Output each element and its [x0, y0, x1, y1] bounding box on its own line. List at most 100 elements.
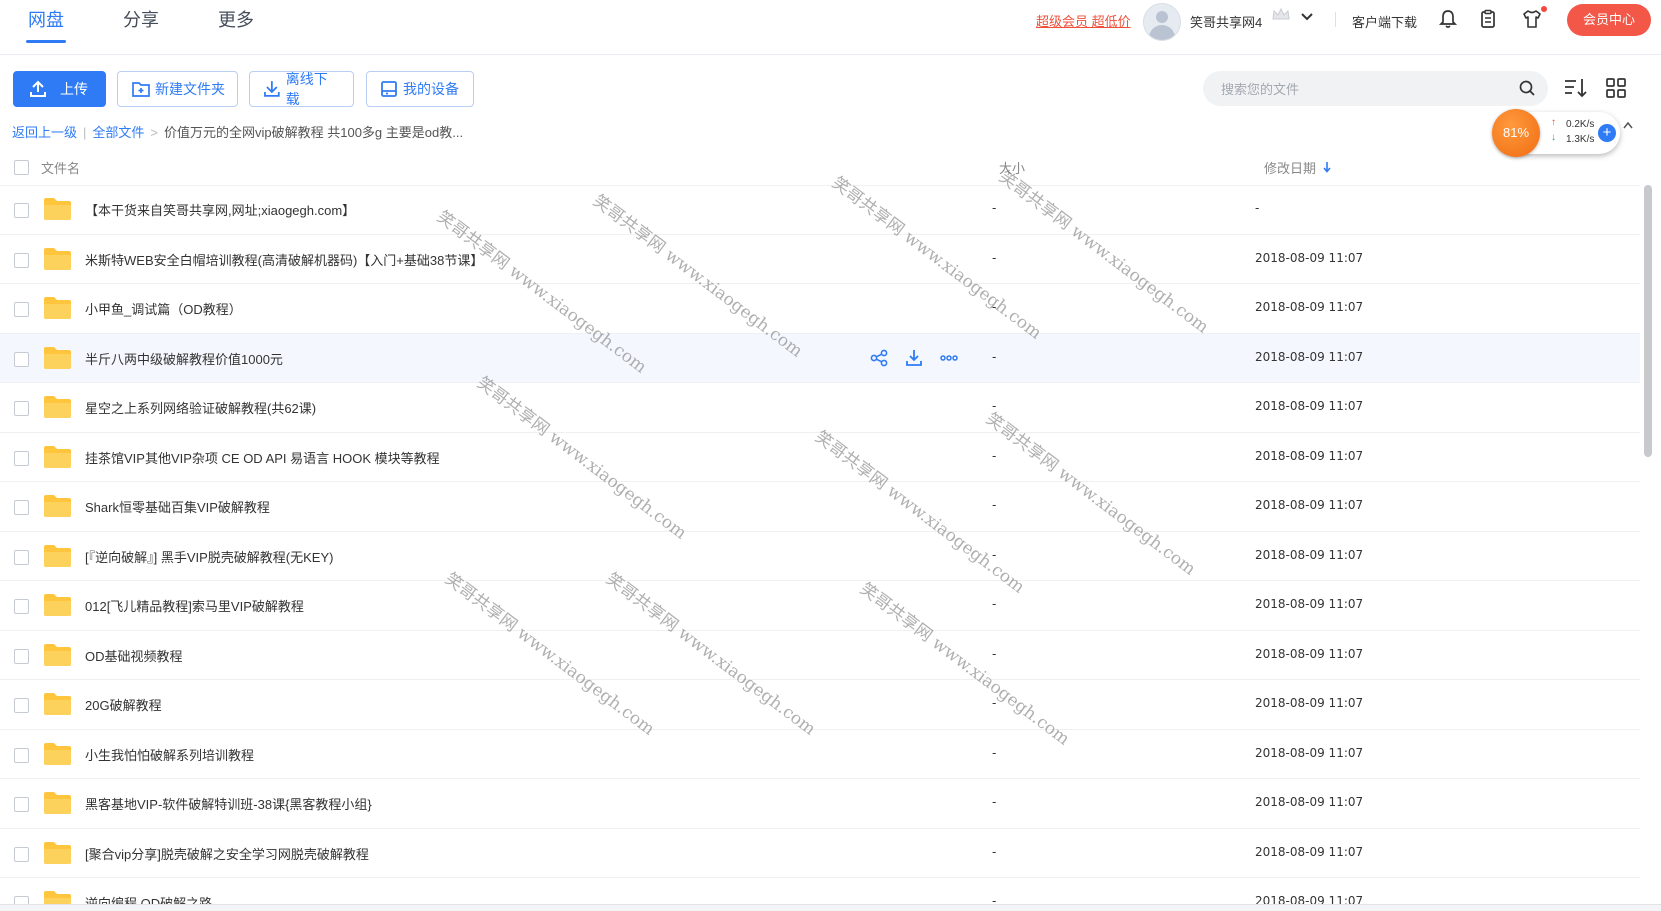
avatar[interactable]	[1143, 3, 1181, 41]
bell-icon[interactable]	[1437, 8, 1459, 30]
file-size: -	[992, 299, 997, 314]
grid-view-icon[interactable]	[1603, 75, 1629, 101]
file-row[interactable]: 半斤八两中级破解教程价值1000元 - 2018-08-09 11:07	[0, 333, 1640, 383]
share-icon[interactable]	[869, 348, 889, 368]
row-checkbox[interactable]	[14, 599, 29, 614]
username[interactable]: 笑哥共享网4	[1190, 12, 1262, 31]
crown-icon	[1272, 7, 1290, 20]
sort-desc-icon[interactable]	[1322, 161, 1332, 173]
my-devices-button[interactable]: 我的设备	[366, 71, 474, 107]
file-name[interactable]: 黑客基地VIP-软件破解特训班-38课{黑客教程小组}	[85, 794, 372, 813]
row-checkbox[interactable]	[14, 252, 29, 268]
file-row[interactable]: 挂茶馆VIP其他VIP杂项 CE OD API 易语言 HOOK 模块等教程 -…	[0, 433, 1640, 482]
row-checkbox[interactable]	[14, 747, 29, 763]
file-row[interactable]: 【本干货来自笑哥共享网,网址;xiaogegh.com】 - -	[0, 185, 1640, 235]
offline-download-button[interactable]: 离线下载	[249, 71, 354, 107]
row-checkbox[interactable]	[14, 549, 29, 565]
file-row[interactable]: Shark恒零基础百集VIP破解教程 - 2018-08-09 11:07	[0, 482, 1640, 532]
file-date: 2018-08-09 11:07	[1255, 844, 1364, 859]
file-name[interactable]: 012[飞儿精品教程]索马里VIP破解教程	[85, 596, 304, 615]
file-size: -	[992, 249, 997, 265]
upload-button[interactable]: 上传	[13, 71, 106, 107]
breadcrumb-current: 价值万元的全网vip破解教程 共100多g 主要是od教...	[164, 125, 464, 140]
file-name[interactable]: [『逆向破解』] 黑手VIP脱壳破解教程(无KEY)	[85, 547, 333, 566]
breadcrumb-all-files-link[interactable]: 全部文件	[92, 125, 144, 140]
search-box	[1203, 71, 1548, 106]
column-header-modified[interactable]: 修改日期	[1264, 158, 1316, 177]
row-checkbox[interactable]	[14, 797, 29, 812]
file-row[interactable]: 逆向编程 OD破解之路 - 2018-08-09 11:07	[0, 878, 1640, 905]
folder-icon	[44, 396, 71, 418]
tab-more[interactable]: 更多	[218, 6, 254, 32]
file-size: -	[992, 744, 997, 760]
file-row[interactable]: 米斯特WEB安全白帽培训教程(高清破解机器码)【入门+基础38节课】 - 201…	[0, 235, 1640, 284]
file-name[interactable]: 小甲鱼_调试篇（OD教程）	[85, 299, 242, 318]
search-input[interactable]	[1219, 77, 1513, 101]
tab-share[interactable]: 分享	[123, 6, 159, 32]
file-row[interactable]: [『逆向破解』] 黑手VIP脱壳破解教程(无KEY) - 2018-08-09 …	[0, 532, 1640, 581]
scrollbar-thumb[interactable]	[1644, 185, 1652, 457]
upload-rate: 0.2K/s	[1566, 119, 1595, 130]
file-size: -	[992, 348, 997, 364]
column-header-name[interactable]: 文件名	[41, 158, 80, 177]
folder-icon	[44, 841, 71, 864]
file-name[interactable]: 20G破解教程	[85, 695, 162, 714]
file-row[interactable]: 小甲鱼_调试篇（OD教程） - 2018-08-09 11:07	[0, 284, 1640, 334]
row-checkbox[interactable]	[14, 203, 29, 218]
row-checkbox[interactable]	[14, 351, 29, 367]
file-row[interactable]: 黑客基地VIP-软件破解特训班-38课{黑客教程小组} - 2018-08-09…	[0, 779, 1640, 829]
super-vip-promo-link[interactable]: 超级会员 超低价	[1036, 11, 1131, 30]
more-icon[interactable]	[939, 348, 959, 368]
row-checkbox[interactable]	[14, 401, 29, 416]
file-name[interactable]: 半斤八两中级破解教程价值1000元	[85, 349, 283, 368]
download-rate: 1.3K/s	[1566, 134, 1595, 145]
row-checkbox[interactable]	[14, 450, 29, 466]
file-name[interactable]: 小生我怕怕破解系列培训教程	[85, 745, 254, 764]
folder-icon	[44, 792, 71, 814]
file-name[interactable]: 挂茶馆VIP其他VIP杂项 CE OD API 易语言 HOOK 模块等教程	[85, 448, 440, 467]
file-row[interactable]: [聚合vip分享]脱壳破解之安全学习网脱壳破解教程 - 2018-08-09 1…	[0, 829, 1640, 878]
file-name[interactable]: [聚合vip分享]脱壳破解之安全学习网脱壳破解教程	[85, 844, 369, 863]
column-header-size[interactable]: 大小	[999, 158, 1025, 177]
row-checkbox[interactable]	[14, 846, 29, 862]
new-folder-button[interactable]: 新建文件夹	[117, 71, 238, 107]
file-row[interactable]: OD基础视频教程 - 2018-08-09 11:07	[0, 631, 1640, 680]
file-name[interactable]: 米斯特WEB安全白帽培训教程(高清破解机器码)【入门+基础38节课】	[85, 250, 483, 269]
row-checkbox[interactable]	[14, 698, 29, 713]
row-checkbox[interactable]	[14, 648, 29, 664]
row-checkbox[interactable]	[14, 500, 29, 515]
file-row[interactable]: 20G破解教程 - 2018-08-09 11:07	[0, 680, 1640, 730]
sort-icon[interactable]	[1562, 75, 1588, 101]
file-name[interactable]: OD基础视频教程	[85, 646, 183, 665]
search-icon[interactable]	[1518, 79, 1536, 97]
tab-netdisk[interactable]: 网盘	[28, 6, 64, 32]
chevron-up-icon[interactable]	[1622, 120, 1634, 130]
chevron-down-icon[interactable]	[1300, 12, 1314, 22]
file-list: 【本干货来自笑哥共享网,网址;xiaogegh.com】 - - 米斯特WEB安…	[0, 185, 1640, 905]
client-download-link[interactable]: 客户端下载	[1352, 12, 1417, 31]
file-row[interactable]: 小生我怕怕破解系列培训教程 - 2018-08-09 11:07	[0, 730, 1640, 779]
vip-center-button[interactable]: 会员中心	[1567, 4, 1651, 36]
download-icon[interactable]	[904, 348, 924, 368]
shirt-icon[interactable]	[1521, 8, 1543, 30]
breadcrumb-separator: >	[150, 125, 159, 140]
file-name[interactable]: 星空之上系列网络验证破解教程(共62课)	[85, 398, 316, 417]
notification-dot	[1541, 6, 1547, 12]
file-name[interactable]: Shark恒零基础百集VIP破解教程	[85, 497, 270, 516]
upload-arrow-icon: ↑	[1551, 117, 1556, 128]
folder-icon	[44, 297, 71, 319]
clipboard-icon[interactable]	[1477, 8, 1499, 30]
file-row[interactable]: 星空之上系列网络验证破解教程(共62课) - 2018-08-09 11:07	[0, 383, 1640, 433]
breadcrumb-back-link[interactable]: 返回上一级	[12, 125, 77, 140]
my-devices-label: 我的设备	[403, 81, 459, 97]
speed-plus-icon[interactable]: +	[1598, 124, 1616, 142]
folder-icon	[44, 643, 71, 666]
new-folder-label: 新建文件夹	[155, 81, 225, 97]
row-checkbox[interactable]	[14, 302, 29, 317]
select-all-checkbox[interactable]	[14, 160, 29, 175]
offline-download-label: 离线下载	[285, 71, 328, 107]
speed-widget[interactable]: 81% ↑ 0.2K/s ↓ 1.3K/s +	[1492, 109, 1620, 157]
file-name[interactable]: 【本干货来自笑哥共享网,网址;xiaogegh.com】	[85, 200, 355, 219]
file-row[interactable]: 012[飞儿精品教程]索马里VIP破解教程 - 2018-08-09 11:07	[0, 581, 1640, 631]
upload-label: 上传	[60, 81, 88, 97]
